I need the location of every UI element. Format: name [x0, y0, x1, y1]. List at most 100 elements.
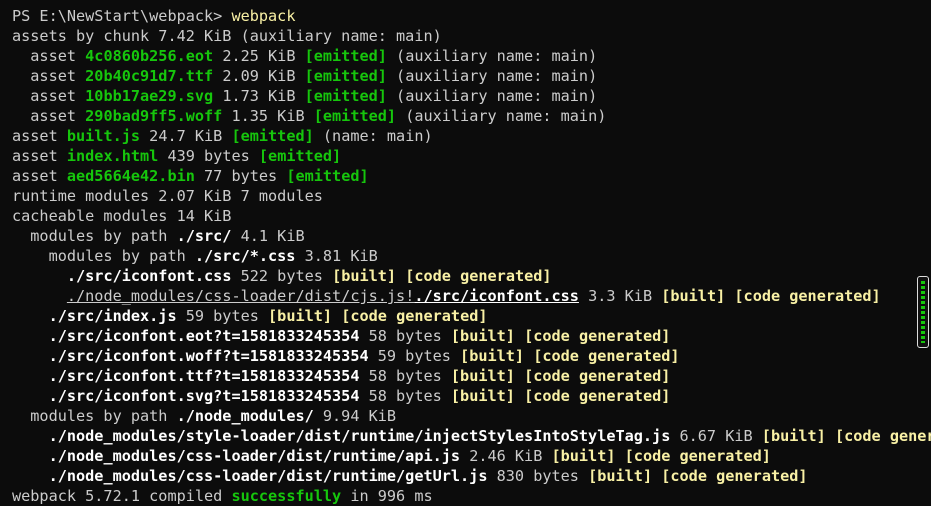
terminal-segment: 58 bytes: [359, 367, 451, 385]
terminal-segment: 439 bytes: [158, 147, 259, 165]
terminal-line: modules by path ./node_modules/ 9.94 KiB: [12, 406, 931, 426]
terminal-segment: 522 bytes: [231, 267, 333, 285]
scrollbar-thumb[interactable]: [921, 281, 925, 343]
terminal-segment: asset: [12, 47, 86, 65]
terminal-segment: 58 bytes: [359, 387, 451, 405]
terminal-segment: successfully: [231, 487, 342, 505]
terminal-segment: [12, 447, 49, 465]
terminal-segment: 1.73 KiB: [213, 87, 305, 105]
terminal-segment: 830 bytes: [487, 467, 589, 485]
terminal-segment: [code generated]: [734, 287, 881, 305]
terminal-segment: PS E:\NewStart\webpack>: [12, 7, 232, 25]
terminal-segment: modules by path: [12, 227, 177, 245]
terminal-segment: [built]: [551, 447, 616, 465]
terminal-segment: 3.81 KiB: [295, 247, 378, 265]
terminal-line: runtime modules 2.07 KiB 7 modules: [12, 186, 931, 206]
terminal-segment: 77 bytes: [194, 167, 287, 185]
terminal-line: ./node_modules/style-loader/dist/runtime…: [12, 426, 931, 446]
terminal-segment: [12, 387, 49, 405]
terminal-segment: [12, 427, 49, 445]
terminal-segment: 58 bytes: [359, 327, 451, 345]
terminal-segment: asset: [12, 67, 86, 85]
terminal-segment: index.html: [66, 147, 159, 165]
terminal-segment: asset: [12, 127, 67, 145]
terminal-segment: [emitted]: [258, 147, 342, 165]
terminal-segment: ./node_modules/: [176, 407, 314, 425]
terminal-segment: ./src/*.css: [194, 247, 296, 265]
terminal-segment: [code genera: [834, 427, 931, 445]
terminal-segment: [emitted]: [231, 127, 314, 145]
terminal-segment: built.js: [66, 127, 141, 145]
terminal-line: ./src/iconfont.eot?t=1581833245354 58 by…: [12, 326, 931, 346]
terminal-segment: [332, 307, 341, 325]
terminal-segment: 10bb17ae29.svg: [85, 87, 214, 105]
terminal-line: ./node_modules/css-loader/dist/runtime/g…: [12, 466, 931, 486]
terminal-segment: [code generated]: [524, 367, 671, 385]
terminal-segment: [code generated]: [524, 327, 671, 345]
terminal-line: ./src/iconfont.woff?t=1581833245354 59 b…: [12, 346, 931, 366]
terminal-line: modules by path ./src/ 4.1 KiB: [12, 226, 931, 246]
terminal-segment: [code generated]: [624, 447, 771, 465]
terminal-output[interactable]: PS E:\NewStart\webpack> webpack assets by…: [12, 6, 931, 505]
terminal-segment: [built]: [450, 367, 515, 385]
terminal-segment: asset: [12, 87, 86, 105]
terminal-segment: 6.67 KiB: [670, 427, 762, 445]
terminal-segment: ./node_modules/style-loader/dist/runtime…: [48, 427, 671, 445]
terminal-segment: [emitted]: [313, 107, 397, 125]
terminal-segment: ./src/iconfont.css: [414, 287, 579, 305]
terminal-segment: modules by path: [12, 247, 195, 265]
terminal-segment: [built]: [332, 267, 397, 285]
terminal-segment: 2.09 KiB: [213, 67, 305, 85]
terminal-line: ./src/iconfont.css 522 bytes [built] [co…: [12, 266, 931, 286]
terminal-segment: cacheable modules 14 KiB: [12, 207, 232, 225]
terminal-segment: [12, 267, 67, 285]
terminal-segment: [12, 467, 49, 485]
terminal-line: assets by chunk 7.42 KiB (auxiliary name…: [12, 26, 931, 46]
terminal-line: ./node_modules/css-loader/dist/cjs.js!./…: [12, 286, 931, 306]
terminal-line: ./node_modules/css-loader/dist/runtime/a…: [12, 446, 931, 466]
terminal-line: asset 290bad9ff5.woff 1.35 KiB [emitted]…: [12, 106, 931, 126]
terminal-segment: webpack 5.72.1 compiled: [12, 487, 232, 505]
terminal-segment: [524, 347, 533, 365]
terminal-segment: [515, 327, 524, 345]
terminal-line: asset 10bb17ae29.svg 1.73 KiB [emitted] …: [12, 86, 931, 106]
terminal-segment: [616, 447, 625, 465]
terminal-segment: ./node_modules/css-loader/dist/runtime/a…: [48, 447, 461, 465]
terminal-segment: [built]: [268, 307, 333, 325]
terminal-segment: 4c0860b256.eot: [85, 47, 214, 65]
terminal-segment: runtime modules 2.07 KiB 7 modules: [12, 187, 323, 205]
terminal-segment: [emitted]: [304, 67, 387, 85]
terminal-segment: [code generated]: [405, 267, 552, 285]
terminal-segment: [12, 347, 49, 365]
terminal-segment: [code generated]: [661, 467, 808, 485]
terminal-segment: [built]: [761, 427, 826, 445]
terminal-segment: [396, 267, 405, 285]
terminal-segment: (auxiliary name: main): [386, 67, 598, 85]
terminal-line: ./src/index.js 59 bytes [built] [code ge…: [12, 306, 931, 326]
terminal-segment: assets by chunk 7.42 KiB (auxiliary name…: [12, 27, 442, 45]
terminal-line: asset built.js 24.7 KiB [emitted] (name:…: [12, 126, 931, 146]
terminal-segment: [12, 287, 67, 305]
terminal-segment: ./node_modules/css-loader/dist/cjs.js!: [66, 287, 415, 305]
terminal-segment: ./src/iconfont.svg?t=1581833245354: [48, 387, 360, 405]
terminal-segment: (auxiliary name: main): [386, 87, 598, 105]
terminal-line: PS E:\NewStart\webpack> webpack: [12, 6, 931, 26]
terminal-segment: 24.7 KiB: [140, 127, 232, 145]
terminal-segment: [emitted]: [304, 47, 387, 65]
terminal-segment: [code generated]: [524, 387, 671, 405]
terminal-scrollbar[interactable]: [917, 276, 929, 348]
terminal-segment: ./src/iconfont.css: [66, 267, 232, 285]
terminal-line: webpack 5.72.1 compiled successfully in …: [12, 486, 931, 506]
terminal-segment: asset: [12, 107, 86, 125]
terminal-segment: [515, 387, 524, 405]
terminal-segment: webpack: [231, 7, 296, 25]
terminal-segment: [515, 367, 524, 385]
terminal-segment: ./src/iconfont.ttf?t=1581833245354: [48, 367, 360, 385]
terminal-segment: 290bad9ff5.woff: [85, 107, 223, 125]
terminal-segment: 9.94 KiB: [313, 407, 397, 425]
terminal-segment: [emitted]: [286, 167, 369, 185]
terminal-line: asset aed5664e42.bin 77 bytes [emitted]: [12, 166, 931, 186]
terminal-segment: [12, 327, 49, 345]
terminal-segment: [code generated]: [341, 307, 488, 325]
terminal-segment: [12, 307, 49, 325]
